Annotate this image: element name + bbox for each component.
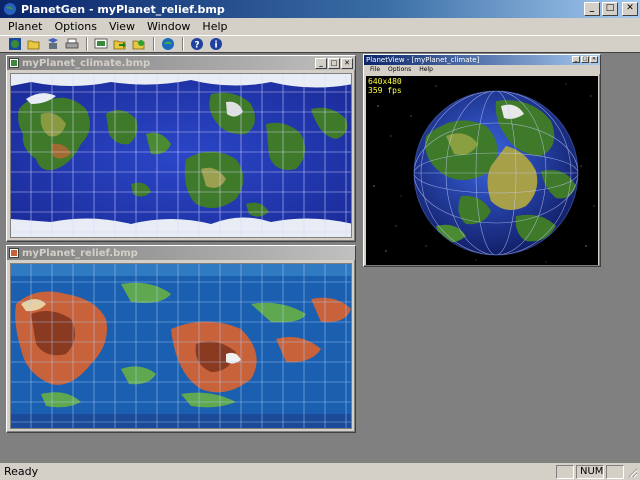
relief-map-image[interactable] [10, 263, 352, 429]
window-title: PlanetGen - myPlanet_relief.bmp [21, 2, 225, 16]
about-icon[interactable]: i [207, 36, 225, 52]
print-icon[interactable] [63, 36, 81, 52]
planetview-title: PlanetView - [myPlanet_climate] [366, 56, 480, 64]
planetview-minimize-button[interactable]: _ [572, 56, 580, 63]
planet-view-icon[interactable] [92, 36, 110, 52]
planetview-menu-options[interactable]: Options [384, 66, 415, 73]
mdi-client-area: myPlanet_climate.bmp _ □ ✕ myPlanet_reli… [0, 52, 640, 463]
svg-text:?: ? [194, 40, 199, 50]
menu-options[interactable]: Options [48, 20, 102, 33]
title-bar[interactable]: PlanetGen - myPlanet_relief.bmp _ □ ✕ [0, 0, 640, 18]
resolution-readout: 640x480 [368, 77, 402, 86]
toolbar-separator [153, 36, 155, 51]
toolbar: ? i [0, 35, 640, 51]
climate-map-image[interactable] [10, 73, 352, 238]
render-overlay: 640x480 359 fps [368, 77, 402, 95]
toolbar-separator [86, 36, 88, 51]
close-button[interactable]: ✕ [622, 2, 638, 16]
planetview-menu-file[interactable]: File [366, 66, 384, 73]
climate-close-button[interactable]: ✕ [341, 58, 353, 69]
status-text: Ready [4, 465, 39, 478]
status-num-indicator: NUM [576, 464, 604, 479]
climate-window-title: myPlanet_climate.bmp [22, 57, 151, 69]
menu-planet[interactable]: Planet [2, 20, 48, 33]
planetview-menu-help[interactable]: Help [415, 66, 437, 73]
resize-grip[interactable] [626, 466, 638, 478]
planetgen-app: PlanetGen - myPlanet_relief.bmp _ □ ✕ Pl… [0, 0, 640, 480]
svg-text:i: i [214, 40, 217, 50]
status-bar: Ready NUM [0, 463, 640, 480]
globe-icon[interactable] [6, 36, 24, 52]
planetview-close-button[interactable]: ✕ [590, 56, 598, 63]
menu-window[interactable]: Window [141, 20, 196, 33]
menu-view[interactable]: View [103, 20, 141, 33]
toolbar-separator [182, 36, 184, 51]
planetview-maximize-button[interactable]: □ [581, 56, 589, 63]
bitmap-icon [9, 58, 19, 68]
sphere-icon[interactable] [159, 36, 177, 52]
menu-bar: Planet Options View Window Help [0, 18, 640, 35]
climate-map-window[interactable]: myPlanet_climate.bmp _ □ ✕ [6, 55, 356, 242]
relief-map-window[interactable]: myPlanet_relief.bmp [6, 245, 356, 433]
maximize-button[interactable]: □ [602, 2, 618, 16]
planetview-menu-bar: File Options Help [364, 65, 600, 74]
status-panel-empty [556, 464, 574, 479]
planet-render-view[interactable]: 640x480 359 fps [366, 76, 598, 265]
relief-window-title: myPlanet_relief.bmp [22, 247, 138, 259]
fps-readout: 359 fps [368, 86, 402, 95]
planetgen-app-icon[interactable] [3, 2, 17, 16]
climate-maximize-button[interactable]: □ [328, 58, 340, 69]
export-icon[interactable] [111, 36, 129, 52]
folder-gear-icon[interactable] [130, 36, 148, 52]
menu-help[interactable]: Help [196, 20, 233, 33]
planetview-titlebar[interactable]: PlanetView - [myPlanet_climate] _ □ ✕ [364, 55, 600, 65]
minimize-button[interactable]: _ [584, 2, 600, 16]
climate-window-titlebar[interactable]: myPlanet_climate.bmp _ □ ✕ [7, 56, 355, 70]
relief-window-titlebar[interactable]: myPlanet_relief.bmp [7, 246, 355, 260]
status-panel-empty [606, 464, 624, 479]
planetview-window[interactable]: PlanetView - [myPlanet_climate] _ □ ✕ Fi… [363, 54, 601, 267]
climate-minimize-button[interactable]: _ [315, 58, 327, 69]
open-folder-icon[interactable] [25, 36, 43, 52]
save-icon[interactable] [44, 36, 62, 52]
help-icon[interactable]: ? [188, 36, 206, 52]
bitmap-icon [9, 248, 19, 258]
